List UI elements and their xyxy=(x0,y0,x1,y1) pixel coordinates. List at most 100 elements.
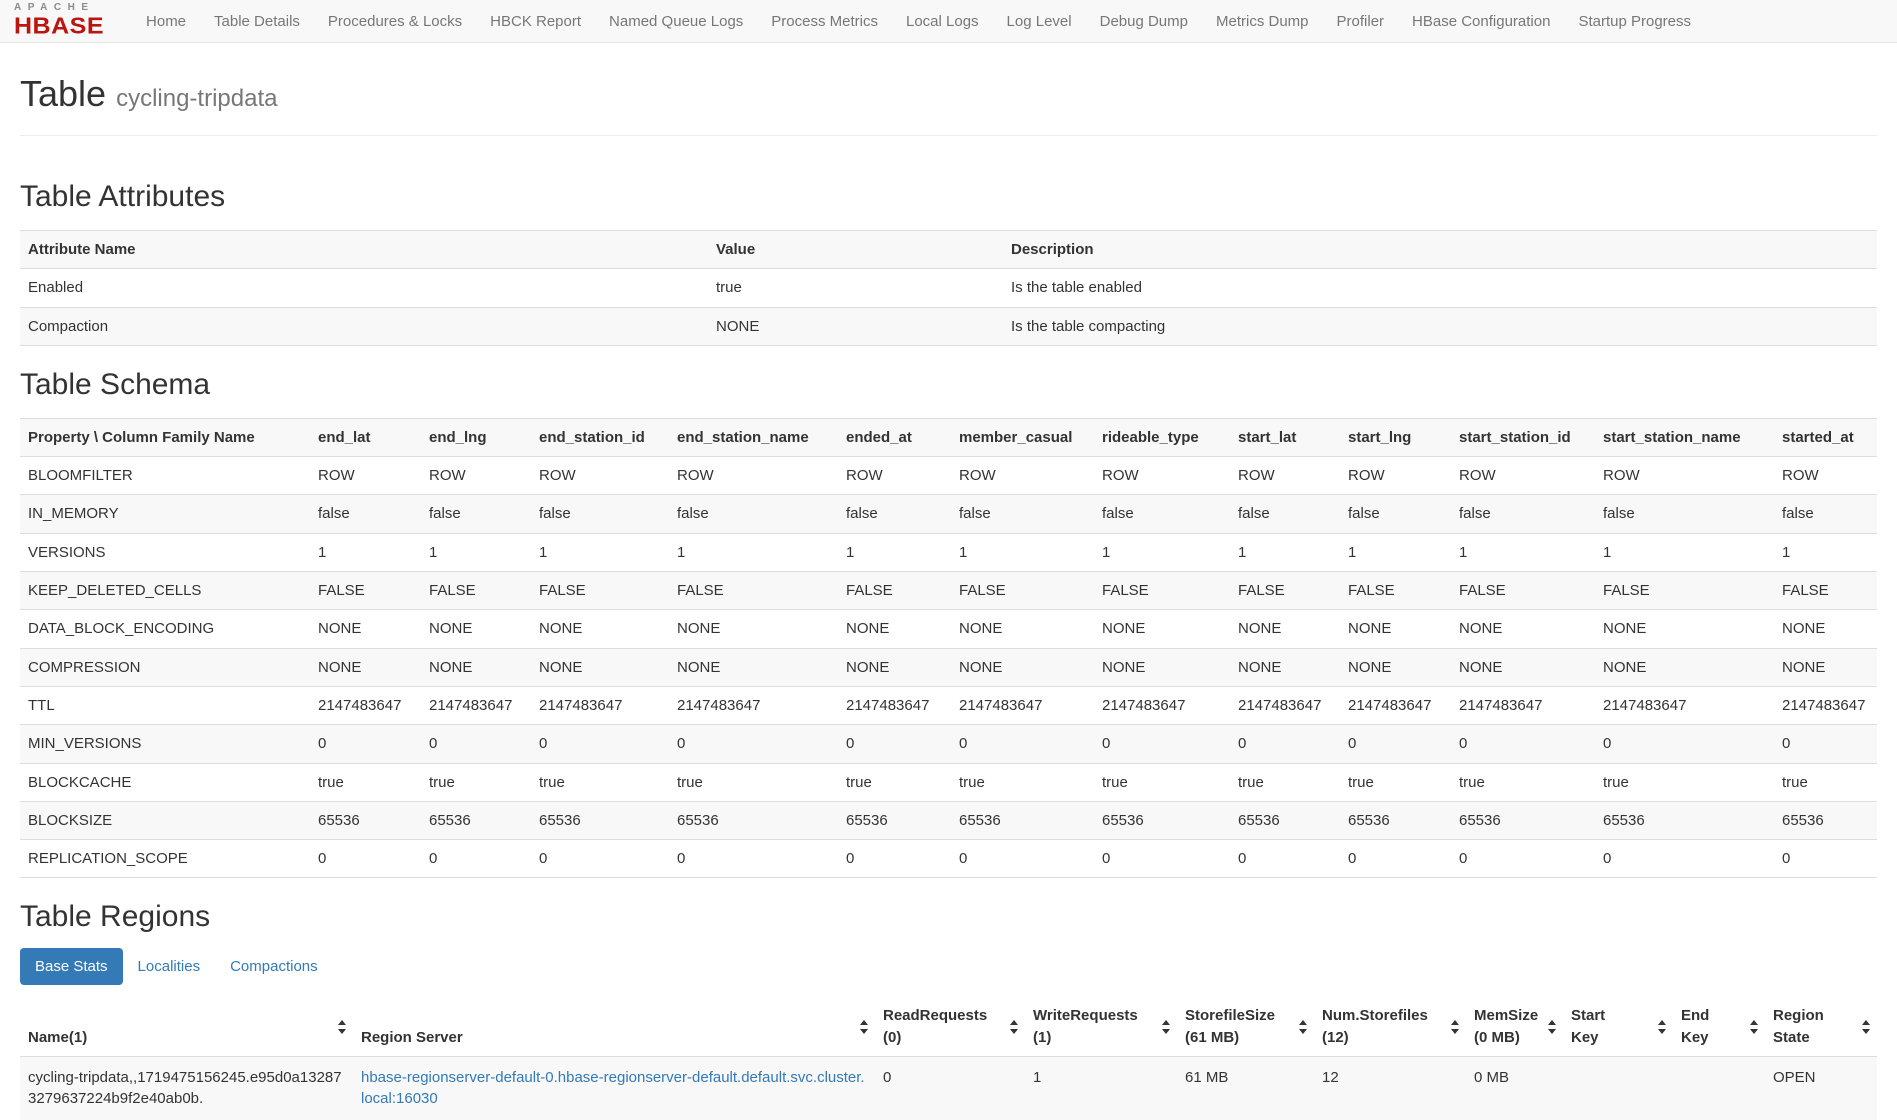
nav-item-link[interactable]: HBase Configuration xyxy=(1398,2,1564,41)
sort-icon[interactable] xyxy=(1450,1020,1459,1034)
nav-item: Table Details xyxy=(200,2,314,41)
schema-value-cell: 0 xyxy=(951,725,1094,763)
attribute-value-cell: true xyxy=(708,269,1003,307)
nav-item-link[interactable]: Home xyxy=(132,2,200,41)
schema-row: BLOCKSIZE6553665536655366553665536655366… xyxy=(20,801,1877,839)
nav-item-link[interactable]: Named Queue Logs xyxy=(595,2,757,41)
regions-column-header[interactable]: ReadRequests (0) xyxy=(875,997,1025,1056)
schema-value-cell: ROW xyxy=(951,457,1094,495)
table-schema-heading: Table Schema xyxy=(20,368,1877,402)
regions-body: cycling-tripdata,,1719475156245.e95d0a13… xyxy=(20,1057,1877,1120)
schema-value-cell: FALSE xyxy=(310,572,421,610)
schema-property-column-header: Property \ Column Family Name xyxy=(20,418,310,456)
schema-value-cell: ROW xyxy=(310,457,421,495)
page-title: Tablecycling-tripdata xyxy=(20,73,1877,115)
schema-value-cell: true xyxy=(838,763,951,801)
schema-value-cell: 0 xyxy=(421,840,531,878)
attributes-body: EnabledtrueIs the table enabledCompactio… xyxy=(20,269,1877,346)
logo-hbase-text: HBASE xyxy=(14,15,104,38)
regions-column-header[interactable]: Region Server xyxy=(353,997,875,1056)
schema-value-cell: false xyxy=(1595,495,1774,533)
schema-value-cell: false xyxy=(1340,495,1451,533)
schema-value-cell: 0 xyxy=(531,725,669,763)
schema-value-cell: 0 xyxy=(669,840,838,878)
schema-family-column-header: end_lat xyxy=(310,418,421,456)
schema-value-cell: FALSE xyxy=(1595,572,1774,610)
table-attributes-heading: Table Attributes xyxy=(20,180,1877,214)
nav-item-link[interactable]: HBCK Report xyxy=(476,2,595,41)
region-start-key-cell xyxy=(1563,1057,1673,1120)
schema-value-cell: false xyxy=(951,495,1094,533)
schema-value-cell: false xyxy=(531,495,669,533)
sort-icon[interactable] xyxy=(1161,1020,1170,1034)
nav-item: Debug Dump xyxy=(1086,2,1202,41)
regions-column-header[interactable]: MemSize (0 MB) xyxy=(1466,997,1563,1056)
schema-value-cell: NONE xyxy=(1595,610,1774,648)
nav-item-link[interactable]: Profiler xyxy=(1323,2,1399,41)
sort-icon[interactable] xyxy=(859,1020,868,1034)
sort-icon[interactable] xyxy=(1749,1020,1758,1034)
schema-row: TTL2147483647214748364721474836472147483… xyxy=(20,686,1877,724)
schema-value-cell: true xyxy=(669,763,838,801)
schema-value-cell: 0 xyxy=(421,725,531,763)
schema-property-cell: KEEP_DELETED_CELLS xyxy=(20,572,310,610)
schema-header-row: Property \ Column Family Nameend_latend_… xyxy=(20,418,1877,456)
region-tab-compactions[interactable]: Compactions xyxy=(215,948,333,985)
sort-icon[interactable] xyxy=(337,1020,346,1034)
schema-row: VERSIONS111111111111 xyxy=(20,533,1877,571)
regions-column-header[interactable]: End Key xyxy=(1673,997,1765,1056)
nav-item-link[interactable]: Procedures & Locks xyxy=(314,2,476,41)
regions-column-label: WriteRequests (1) xyxy=(1033,1005,1155,1048)
schema-value-cell: 1 xyxy=(421,533,531,571)
schema-value-cell: 65536 xyxy=(1340,801,1451,839)
table-name: cycling-tripdata xyxy=(116,85,277,112)
region-server-cell: hbase-regionserver-default-0.hbase-regio… xyxy=(353,1057,875,1120)
schema-value-cell: NONE xyxy=(1595,648,1774,686)
schema-value-cell: 2147483647 xyxy=(951,686,1094,724)
nav-item-link[interactable]: Local Logs xyxy=(892,2,993,41)
schema-value-cell: 0 xyxy=(1451,840,1595,878)
nav-item-link[interactable]: Process Metrics xyxy=(757,2,892,41)
schema-value-cell: FALSE xyxy=(838,572,951,610)
sort-icon[interactable] xyxy=(1657,1020,1666,1034)
sort-icon[interactable] xyxy=(1009,1020,1018,1034)
regions-column-label: End Key xyxy=(1681,1005,1727,1048)
schema-value-cell: 2147483647 xyxy=(310,686,421,724)
schema-value-cell: false xyxy=(669,495,838,533)
regions-column-header[interactable]: Name(1) xyxy=(20,997,353,1056)
attribute-description-cell: Is the table compacting xyxy=(1003,307,1877,345)
regions-column-header[interactable]: Region State xyxy=(1765,997,1877,1056)
region-tab-base-stats[interactable]: Base Stats xyxy=(20,948,123,985)
region-tab-localities[interactable]: Localities xyxy=(123,948,216,985)
sort-icon[interactable] xyxy=(1298,1020,1307,1034)
schema-row: BLOOMFILTERROWROWROWROWROWROWROWROWROWRO… xyxy=(20,457,1877,495)
regions-column-header[interactable]: WriteRequests (1) xyxy=(1025,997,1177,1056)
schema-row: IN_MEMORYfalsefalsefalsefalsefalsefalsef… xyxy=(20,495,1877,533)
schema-value-cell: true xyxy=(1774,763,1877,801)
schema-value-cell: ROW xyxy=(1451,457,1595,495)
schema-value-cell: 0 xyxy=(531,840,669,878)
region-num-storefiles-cell: 12 xyxy=(1314,1057,1466,1120)
schema-value-cell: 0 xyxy=(310,725,421,763)
schema-property-cell: COMPRESSION xyxy=(20,648,310,686)
schema-value-cell: 1 xyxy=(1340,533,1451,571)
schema-value-cell: 0 xyxy=(951,840,1094,878)
schema-value-cell: NONE xyxy=(1230,610,1340,648)
regions-column-header[interactable]: StorefileSize (61 MB) xyxy=(1177,997,1314,1056)
schema-value-cell: NONE xyxy=(310,610,421,648)
hbase-logo[interactable]: APACHE HBASE xyxy=(14,3,104,39)
sort-icon[interactable] xyxy=(1861,1020,1870,1034)
nav-item-link[interactable]: Debug Dump xyxy=(1086,2,1202,41)
nav-item-link[interactable]: Table Details xyxy=(200,2,314,41)
schema-value-cell: NONE xyxy=(531,610,669,648)
nav-item-link[interactable]: Startup Progress xyxy=(1564,2,1705,41)
nav-item-link[interactable]: Log Level xyxy=(993,2,1086,41)
regions-column-header[interactable]: Start Key xyxy=(1563,997,1673,1056)
region-server-link[interactable]: hbase-regionserver-default-0.hbase-regio… xyxy=(361,1069,865,1107)
schema-value-cell: 2147483647 xyxy=(1595,686,1774,724)
schema-value-cell: 2147483647 xyxy=(669,686,838,724)
regions-column-header[interactable]: Num.Storefiles (12) xyxy=(1314,997,1466,1056)
schema-value-cell: NONE xyxy=(1340,610,1451,648)
sort-icon[interactable] xyxy=(1547,1020,1556,1034)
nav-item-link[interactable]: Metrics Dump xyxy=(1202,2,1323,41)
